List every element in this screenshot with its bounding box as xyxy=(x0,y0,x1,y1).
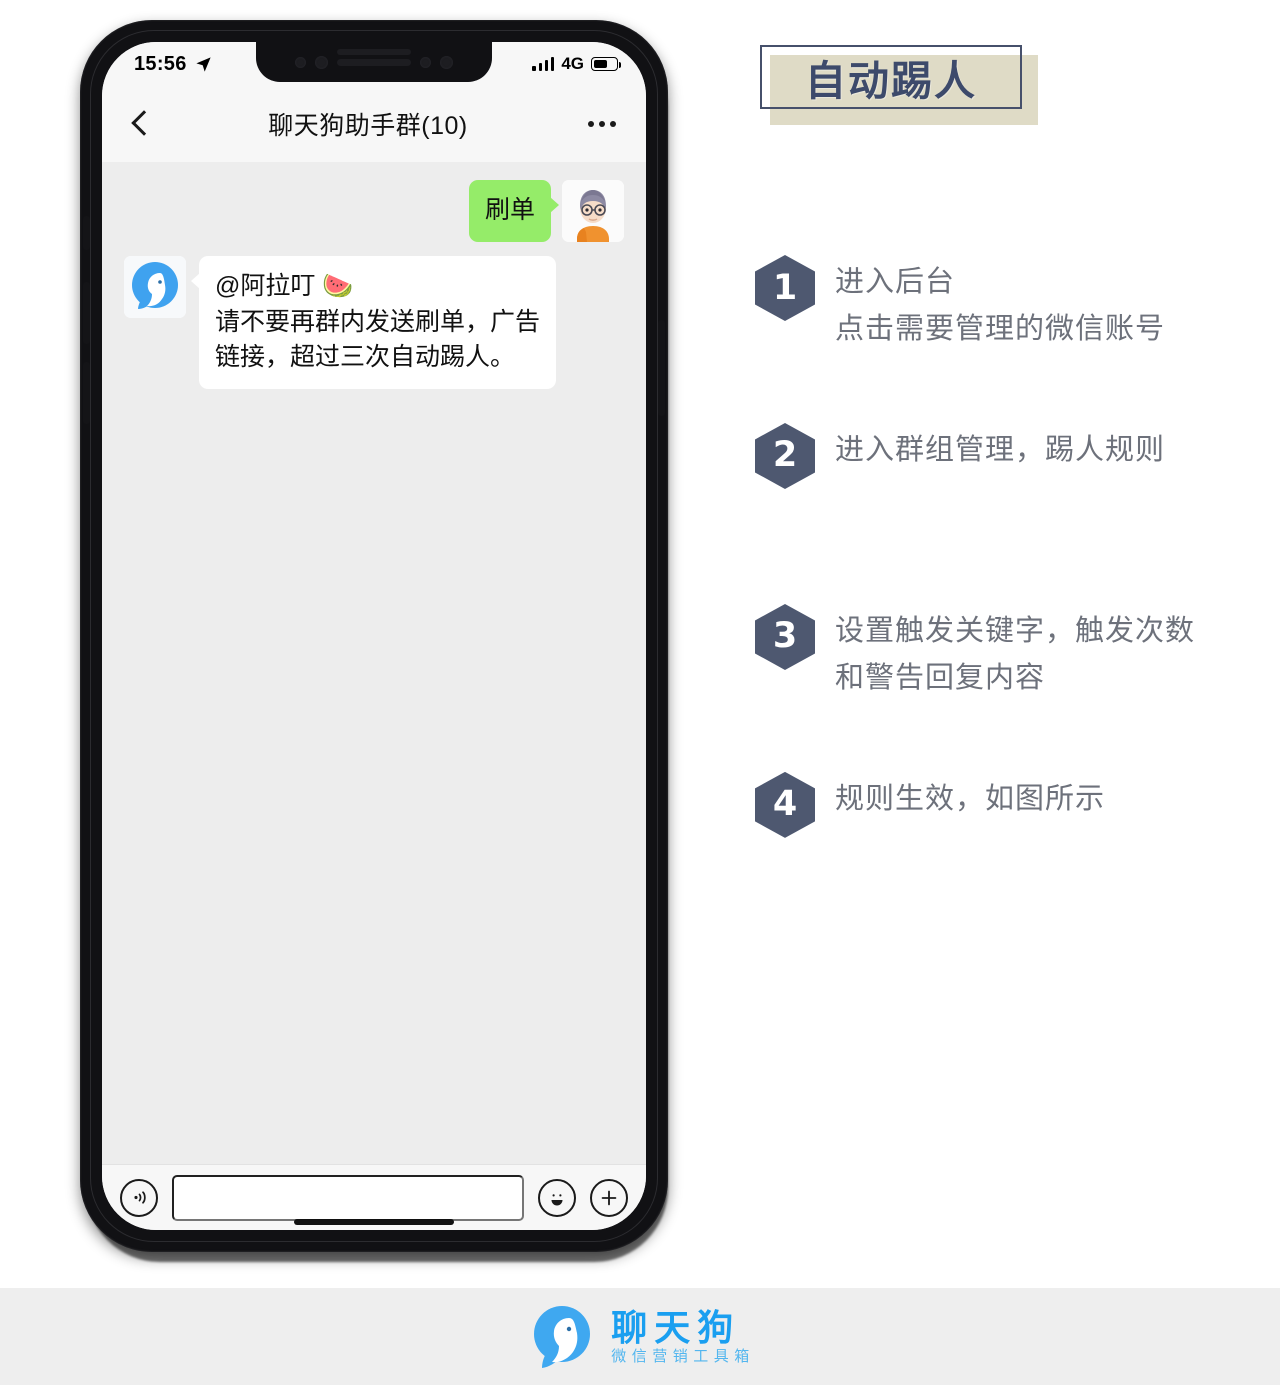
front-sensor-icon xyxy=(295,56,306,68)
network-label: 4G xyxy=(561,54,584,73)
step-line: 设置触发关键字，触发次数 xyxy=(835,614,1196,647)
phone-mockup: 15:56 4G 聊天狗助手群(10) 刷单 @阿拉叮 🍉 请不要再群内发送刷单… xyxy=(72,12,682,1267)
message-text-line-1: 请不要再群内发送刷单，广告 xyxy=(215,307,541,336)
status-bar-right: 4G xyxy=(532,54,622,74)
message-input[interactable] xyxy=(172,1174,524,1221)
chat-header: 聊天狗助手群(10) xyxy=(102,86,646,162)
message-text-line-2: 链接，超过三次自动踢人。 xyxy=(215,343,516,371)
plus-more-icon[interactable] xyxy=(590,1178,628,1217)
step-item-4: 4 规则生效，如图所示 xyxy=(755,771,1275,838)
step-line: 点击需要管理的微信账号 xyxy=(835,312,1166,345)
step-number-badge: 1 xyxy=(755,255,815,321)
step-text: 进入群组管理，踢人规则 xyxy=(835,423,1165,474)
step-number: 1 xyxy=(772,267,798,308)
steps-list: 1 进入后台 点击需要管理的微信账号 2 进入群组管理，踢人规则 3 设置触发关… xyxy=(755,255,1275,838)
step-text: 设置触发关键字，触发次数 和警告回复内容 xyxy=(835,604,1195,702)
user-avatar-icon xyxy=(562,180,624,242)
page-title: 自动踢人 xyxy=(805,58,977,104)
step-item-3: 3 设置触发关键字，触发次数 和警告回复内容 xyxy=(755,603,1275,702)
phone-screen: 15:56 4G 聊天狗助手群(10) 刷单 @阿拉叮 🍉 请不要再群内发送刷单… xyxy=(102,42,646,1230)
emoji-smile-icon[interactable] xyxy=(538,1178,576,1217)
step-item-1: 1 进入后台 点击需要管理的微信账号 xyxy=(755,255,1275,353)
home-indicator[interactable] xyxy=(294,1219,454,1225)
more-dots-icon[interactable] xyxy=(588,121,616,127)
status-time: 15:56 xyxy=(134,52,187,75)
chat-message-list[interactable]: 刷单 @阿拉叮 🍉 请不要再群内发送刷单，广告 链接，超过三次自动踢人。 xyxy=(102,162,646,1164)
step-line: 进入群组管理，踢人规则 xyxy=(835,433,1166,466)
step-number-badge: 4 xyxy=(755,771,815,838)
brand-tagline: 微信营销工具箱 xyxy=(611,1347,755,1365)
earpiece-speaker-secondary-icon xyxy=(337,49,411,55)
battery-icon xyxy=(591,57,622,71)
step-number: 3 xyxy=(772,616,798,657)
avatar[interactable] xyxy=(562,180,624,242)
chat-title: 聊天狗助手群(10) xyxy=(268,112,468,140)
chat-dog-logo-icon xyxy=(534,1305,591,1368)
front-camera-icon xyxy=(315,55,328,69)
instructions-panel: 自动踢人 1 进入后台 点击需要管理的微信账号 2 进入群组管理，踢人规则 3 … xyxy=(745,0,1280,1270)
earpiece-speaker-icon xyxy=(337,58,411,66)
volume-up-button[interactable] xyxy=(83,282,90,344)
step-number: 2 xyxy=(772,435,798,476)
footer-bar: 聊天狗 微信营销工具箱 xyxy=(0,1288,1280,1385)
step-text: 规则生效，如图所示 xyxy=(835,772,1105,823)
avatar[interactable] xyxy=(124,256,186,318)
section-title-box: 自动踢人 xyxy=(760,45,1022,109)
status-bar-left: 15:56 xyxy=(134,53,213,76)
proximity-sensor-icon xyxy=(420,56,431,68)
chat-message-incoming: @阿拉叮 🍉 请不要再群内发送刷单，广告 链接，超过三次自动踢人。 xyxy=(124,256,624,389)
face-id-sensor-icon xyxy=(440,55,453,69)
brand-text: 聊天狗 微信营销工具箱 xyxy=(611,1306,755,1365)
bot-avatar-icon xyxy=(124,256,186,318)
message-bubble-incoming[interactable]: @阿拉叮 🍉 请不要再群内发送刷单，广告 链接，超过三次自动踢人。 xyxy=(190,256,557,389)
step-line: 进入后台 xyxy=(835,266,956,298)
step-line: 规则生效，如图所示 xyxy=(835,782,1106,815)
mute-switch-button[interactable] xyxy=(83,216,90,250)
step-number: 4 xyxy=(772,784,798,825)
signal-bars-icon xyxy=(532,57,555,71)
back-chevron-icon[interactable] xyxy=(132,110,148,138)
phone-body: 15:56 4G 聊天狗助手群(10) 刷单 @阿拉叮 🍉 请不要再群内发送刷单… xyxy=(80,20,668,1252)
section-title: 自动踢人 xyxy=(760,45,1038,125)
phone-notch xyxy=(256,42,492,82)
volume-down-button[interactable] xyxy=(83,362,90,424)
step-item-2: 2 进入群组管理，踢人规则 xyxy=(755,422,1275,489)
brand-name: 聊天狗 xyxy=(611,1306,741,1348)
message-bubble-outgoing[interactable]: 刷单 xyxy=(468,180,560,242)
brand-logo: 聊天狗 微信营销工具箱 xyxy=(525,1300,755,1374)
message-mention-line: @阿拉叮 🍉 xyxy=(215,272,354,300)
chat-message-outgoing: 刷单 xyxy=(124,180,624,242)
step-number-badge: 3 xyxy=(755,603,815,670)
step-number-badge: 2 xyxy=(755,422,815,489)
voice-input-icon[interactable] xyxy=(120,1178,158,1217)
location-arrow-icon xyxy=(196,56,211,72)
step-line: 和警告回复内容 xyxy=(835,661,1046,694)
step-text: 进入后台 点击需要管理的微信账号 xyxy=(835,255,1165,353)
message-text: 刷单 xyxy=(484,196,535,224)
power-button[interactable] xyxy=(658,320,665,416)
